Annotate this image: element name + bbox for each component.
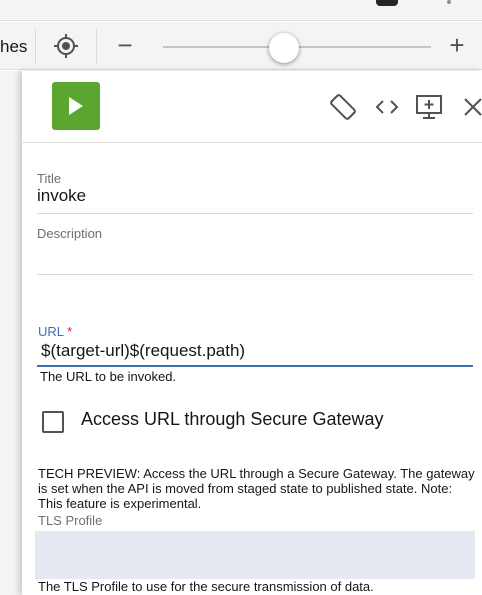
- tech-preview-text: TECH PREVIEW: Access the URL through a S…: [38, 466, 475, 511]
- secure-gateway-checkbox[interactable]: [42, 411, 64, 433]
- url-label-text: URL: [38, 324, 64, 339]
- title-label: Title: [37, 171, 62, 186]
- zoom-out-button[interactable]: −: [114, 32, 136, 58]
- zoom-slider-thumb[interactable]: [268, 33, 299, 63]
- tls-profile-input[interactable]: [35, 531, 475, 579]
- properties-panel: Title invoke Description URL * $(target-…: [22, 71, 482, 595]
- url-helper-text: The URL to be invoked.: [40, 369, 177, 384]
- code-icon[interactable]: [372, 92, 402, 122]
- url-input[interactable]: $(target-url)$(request.path): [41, 341, 245, 361]
- play-icon: [69, 97, 83, 115]
- tls-helper-text: The TLS Profile to use for the secure tr…: [38, 579, 374, 594]
- title-underline: [37, 213, 473, 214]
- title-input[interactable]: invoke: [37, 186, 86, 206]
- assembly-canvas: [0, 71, 22, 595]
- locate-icon[interactable]: [54, 34, 78, 58]
- toolbar-divider: [96, 28, 97, 64]
- window-top-strip: [0, 0, 482, 21]
- canvas-toolbar: hes − +: [0, 22, 482, 70]
- tls-profile-label: TLS Profile: [38, 513, 103, 528]
- description-label: Description: [37, 226, 103, 241]
- toolbar-divider: [35, 28, 36, 64]
- play-button[interactable]: [52, 82, 100, 130]
- present-icon[interactable]: [414, 92, 444, 122]
- close-icon[interactable]: [458, 92, 482, 122]
- secure-gateway-label[interactable]: Access URL through Secure Gateway: [81, 409, 383, 430]
- panel-header: [22, 71, 482, 143]
- overflow-menu-icon[interactable]: [447, 0, 451, 4]
- description-underline: [37, 274, 473, 275]
- url-underline-focused: [37, 365, 473, 367]
- breadcrumb-partial[interactable]: hes: [0, 37, 27, 57]
- top-bar-icon[interactable]: [376, 0, 398, 6]
- description-input[interactable]: [37, 247, 473, 271]
- rotate-icon[interactable]: [328, 92, 358, 122]
- required-marker: *: [67, 324, 73, 339]
- url-label: URL *: [38, 324, 72, 339]
- zoom-in-button[interactable]: +: [445, 32, 469, 58]
